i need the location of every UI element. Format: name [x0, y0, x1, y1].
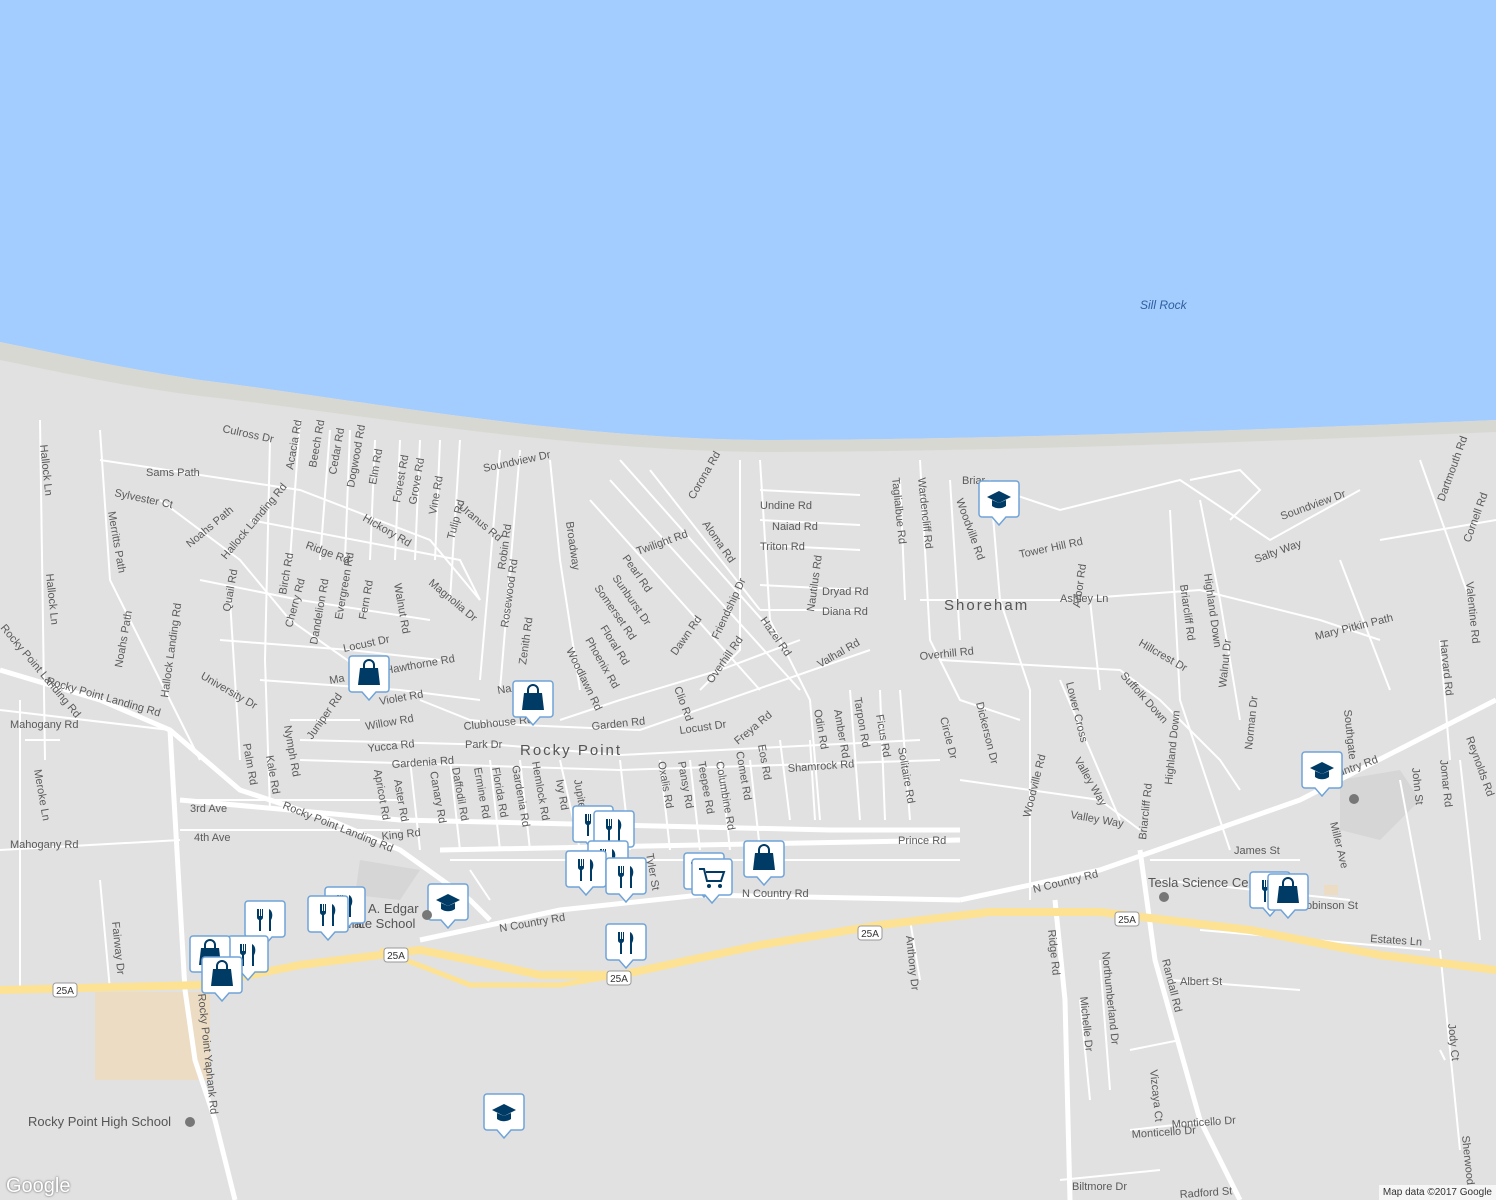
road-label: Mahogany Rd [10, 719, 79, 731]
road-label: Dryad Rd [822, 586, 868, 598]
school-dot-icon [185, 1117, 195, 1127]
road-label: Albert St [1180, 976, 1222, 988]
place-label-shoreham: Shoreham [944, 597, 1029, 614]
lot [1324, 885, 1338, 895]
shield-label: 25A [1118, 915, 1136, 926]
museum-dot-icon [1159, 892, 1169, 902]
shield-label: 25A [861, 929, 879, 940]
long-island-sound [0, 0, 1496, 440]
google-logo: Google [6, 1175, 71, 1197]
shield-label: 25A [387, 951, 405, 962]
poi-label-high-school: Rocky Point High School [28, 1114, 171, 1129]
poi-label-tesla: Tesla Science Ce [1148, 875, 1248, 890]
road-label: Diana Rd [822, 606, 868, 618]
road-label: James St [1234, 845, 1280, 857]
water-label: Sill Rock [1140, 298, 1188, 312]
road-label: N Country Rd [742, 888, 809, 900]
road-label: Sams Path [146, 467, 200, 479]
map-canvas[interactable]: 25A 25A 25A 25A 25A Sill Rock Rocky Poin… [0, 0, 1496, 1200]
place-label-rocky-point: Rocky Point [520, 742, 622, 759]
road-label: 4th Ave [194, 832, 231, 844]
road-label: Naiad Rd [772, 521, 818, 533]
road-label: Undine Rd [760, 500, 812, 512]
road-label: Triton Rd [760, 541, 805, 553]
school-dot-icon [422, 910, 432, 920]
road-label: 3rd Ave [190, 803, 227, 815]
road-label: Park Dr [465, 739, 503, 751]
road-label: Prince Rd [898, 835, 946, 847]
map-attribution: Map data ©2017 Google [1378, 1185, 1496, 1200]
road-label: Mahogany Rd [10, 839, 79, 851]
school-dot-icon [1349, 794, 1359, 804]
poi-label-edgar: A. Edgar [368, 901, 419, 916]
shield-label: 25A [610, 974, 628, 985]
road-label: Radford St [1179, 1185, 1232, 1200]
shield-label: 25A [56, 986, 74, 997]
road-label: Biltmore Dr [1072, 1181, 1127, 1193]
